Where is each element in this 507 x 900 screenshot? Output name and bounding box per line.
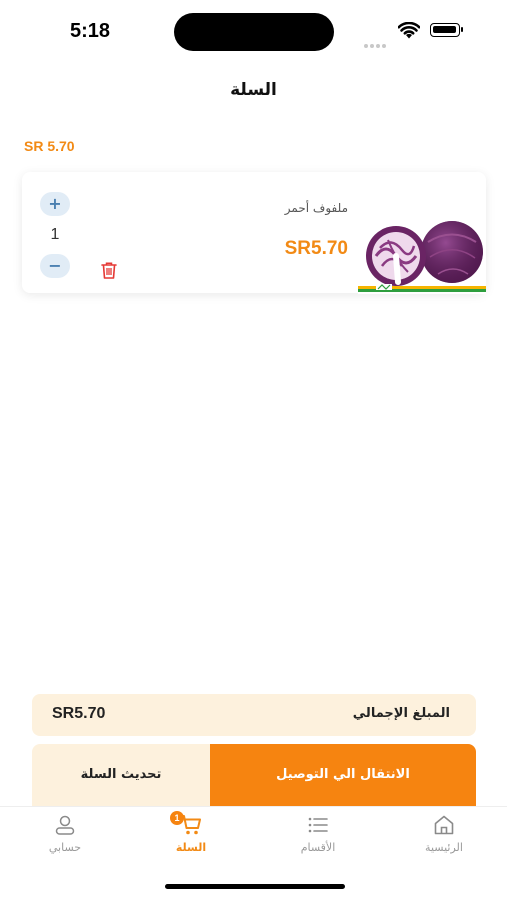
dynamic-island xyxy=(174,13,334,51)
update-cart-button[interactable]: تحديث السلة xyxy=(32,744,210,806)
battery-icon xyxy=(430,23,463,37)
home-indicator xyxy=(165,884,345,889)
tab-categories-label: الأقسام xyxy=(300,841,336,854)
decrease-quantity-button[interactable]: − xyxy=(40,254,70,278)
status-bar: 5:18 xyxy=(0,0,507,62)
cellular-signal-icon xyxy=(364,33,388,52)
total-value: SR5.70 xyxy=(52,705,106,722)
tab-home[interactable]: الرئيسية xyxy=(394,813,494,854)
page-title: السلة xyxy=(230,80,277,100)
cart-item-card: ملفوف أحمر SR5.70 + 1 − xyxy=(22,172,486,294)
tab-home-label: الرئيسية xyxy=(425,841,463,854)
increase-quantity-button[interactable]: + xyxy=(40,192,70,216)
tab-account[interactable]: حسابي xyxy=(15,813,115,854)
user-icon xyxy=(55,815,75,835)
item-name: ملفوف أحمر xyxy=(284,201,348,215)
tab-account-label: حسابي xyxy=(48,841,82,854)
cart-actions: تحديث السلة الانتقال الي التوصيل xyxy=(32,744,476,806)
proceed-to-delivery-button[interactable]: الانتقال الي التوصيل xyxy=(210,744,476,806)
red-cabbage-image xyxy=(358,212,486,294)
wifi-icon xyxy=(398,22,420,39)
quantity-value: 1 xyxy=(50,226,60,243)
cart-total-top: SR 5.70 xyxy=(24,138,75,154)
status-time: 5:18 xyxy=(70,20,111,42)
tab-cart[interactable]: 1 السلة xyxy=(141,811,241,854)
trash-icon[interactable] xyxy=(99,260,119,280)
item-price: SR5.70 xyxy=(284,238,348,259)
total-summary-bar: المبلغ الإجمالي SR5.70 xyxy=(32,694,476,736)
home-icon xyxy=(434,815,454,835)
cart-count-badge: 1 xyxy=(170,811,184,825)
tab-categories[interactable]: الأقسام xyxy=(268,813,368,854)
list-icon xyxy=(308,817,328,833)
total-label: المبلغ الإجمالي xyxy=(352,706,450,721)
tab-cart-label: السلة xyxy=(175,841,207,854)
